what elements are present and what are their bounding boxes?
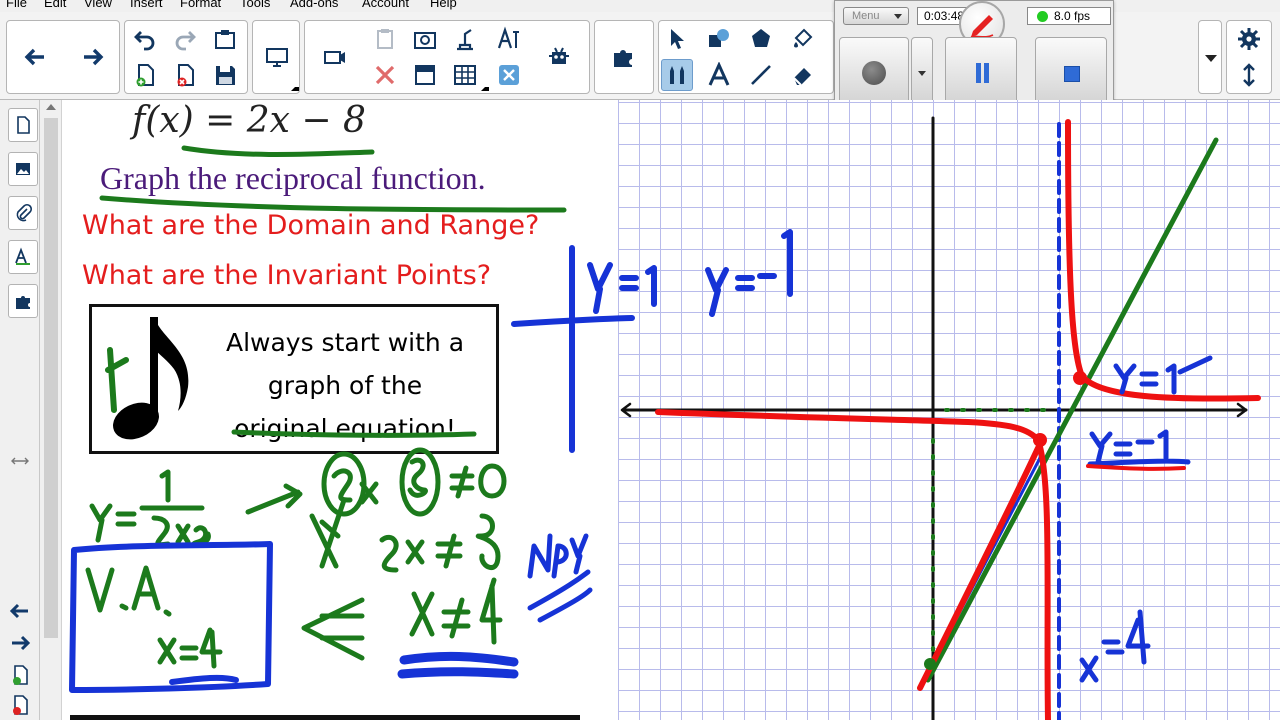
gear-icon[interactable] — [1233, 23, 1265, 55]
camera-icon[interactable] — [319, 41, 351, 73]
back-arrow-icon[interactable] — [9, 600, 31, 622]
recorder-fps: 8.0 fps — [1027, 7, 1111, 25]
record-options-dropdown[interactable] — [911, 37, 933, 107]
redo-icon[interactable] — [169, 23, 201, 55]
draw-group — [658, 20, 834, 94]
page-sorter-tab[interactable] — [8, 108, 38, 142]
select-arrow-icon[interactable] — [661, 23, 693, 55]
delete-page-icon[interactable] — [169, 59, 201, 91]
undo-icon[interactable] — [129, 23, 161, 55]
attachments-icon — [16, 203, 33, 222]
tools-group — [304, 20, 590, 94]
text-icon[interactable] — [703, 59, 735, 91]
back-arrow-icon[interactable] — [19, 41, 51, 73]
menu-edit[interactable]: Edit — [44, 0, 66, 10]
more-dropdown[interactable] — [1198, 20, 1222, 94]
capture-icon[interactable] — [409, 23, 441, 55]
side-panel — [0, 100, 40, 720]
screen-recorder: Menu 0:03:48 8.0 fps — [834, 0, 1114, 114]
properties-tab[interactable] — [8, 240, 38, 274]
resize-panel-icon[interactable] — [9, 450, 31, 472]
menu-tools[interactable]: Tools — [240, 0, 270, 10]
dropdown-arrow-icon — [1205, 55, 1217, 62]
display-group — [252, 20, 300, 94]
menu-view[interactable]: View — [84, 0, 112, 10]
document-camera-icon[interactable] — [449, 23, 481, 55]
shapes-icon[interactable] — [703, 23, 735, 55]
forward-arrow-icon[interactable] — [77, 41, 109, 73]
fps-value: 8.0 fps — [1054, 9, 1091, 23]
table-dropdown-arrow-icon[interactable] — [481, 87, 489, 91]
puzzle-icon — [16, 296, 30, 309]
recorder-menu[interactable]: Menu — [843, 7, 909, 25]
whiteboard-canvas[interactable]: f(x) = 2x − 8 Graph the reciprocal funct… — [62, 100, 1280, 720]
dropdown-arrow-icon[interactable] — [291, 87, 299, 91]
new-page-icon[interactable] — [129, 59, 161, 91]
table-icon[interactable] — [449, 59, 481, 91]
screen-shade-icon[interactable] — [409, 59, 441, 91]
menu-add-ons[interactable]: Add-ons — [290, 0, 338, 10]
fill-icon[interactable] — [787, 23, 819, 55]
resize-arrows-icon[interactable] — [1233, 59, 1265, 91]
scroll-thumb[interactable] — [44, 118, 58, 638]
add-page-icon[interactable] — [9, 664, 31, 686]
nav-group — [6, 20, 120, 94]
display-screen-icon[interactable] — [261, 41, 293, 73]
settings-group — [1226, 20, 1272, 94]
forward-arrow-icon[interactable] — [9, 632, 31, 654]
ink-annotations — [69, 116, 1261, 720]
text-recognition-icon[interactable] — [493, 23, 525, 55]
menu-format[interactable]: Format — [180, 0, 221, 10]
menu-account[interactable]: Account — [362, 0, 409, 10]
scroll-up-arrow-icon[interactable] — [46, 104, 56, 110]
status-indicator-icon — [1037, 11, 1048, 22]
pens-icon[interactable] — [661, 59, 693, 91]
properties-icon — [15, 247, 30, 265]
delete-page-icon[interactable] — [9, 694, 31, 716]
save-icon[interactable] — [209, 59, 241, 91]
stop-icon — [1064, 66, 1080, 82]
stop-button[interactable] — [1035, 37, 1107, 107]
puzzle-icon[interactable] — [607, 41, 639, 73]
menu-help[interactable]: Help — [430, 0, 457, 10]
fullscreen-icon[interactable] — [493, 59, 525, 91]
pause-icon — [976, 63, 981, 83]
bottom-border — [70, 715, 580, 720]
screen-capture-icon[interactable] — [209, 23, 241, 55]
pause-button[interactable] — [945, 37, 1017, 107]
eraser-icon[interactable] — [787, 59, 819, 91]
add-ons-tab[interactable] — [8, 284, 38, 318]
menu-file[interactable]: File — [6, 0, 27, 10]
paste-icon[interactable] — [369, 23, 401, 55]
gallery-tab[interactable] — [8, 152, 38, 186]
puzzle-group — [594, 20, 654, 94]
polygon-icon[interactable] — [745, 23, 777, 55]
record-button[interactable] — [839, 37, 909, 107]
add-ons-icon[interactable] — [543, 41, 575, 73]
dropdown-arrow-icon — [918, 71, 926, 76]
menu-insert[interactable]: Insert — [130, 0, 163, 10]
record-icon — [862, 61, 886, 85]
clear-icon[interactable] — [369, 59, 401, 91]
gallery-icon — [16, 163, 30, 175]
page-group — [124, 20, 248, 94]
attachments-tab[interactable] — [8, 196, 38, 230]
line-icon[interactable] — [745, 59, 777, 91]
side-scrollbar[interactable] — [40, 100, 62, 720]
page-sorter-icon — [17, 116, 30, 134]
